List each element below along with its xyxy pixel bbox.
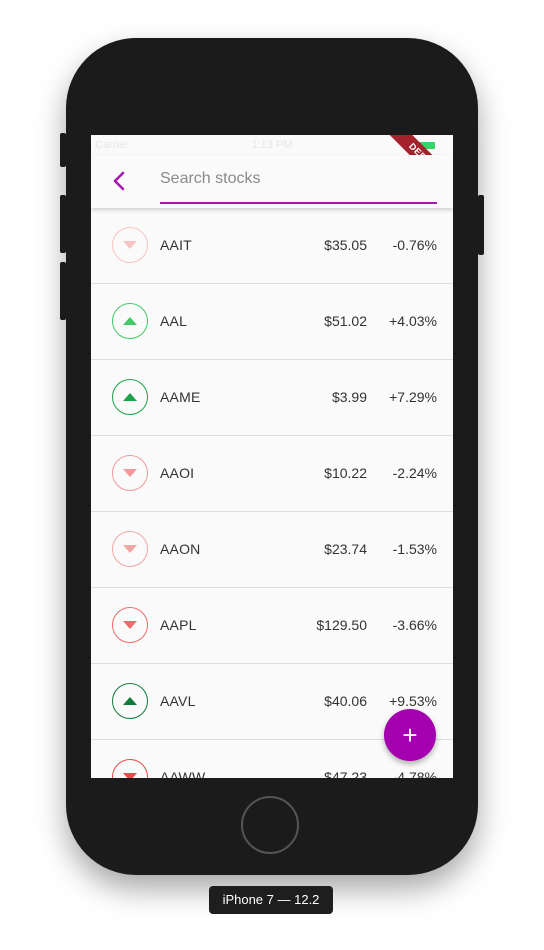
back-button[interactable] [107,169,131,193]
stock-row[interactable]: AAIT $35.05 -0.76% [91,208,453,284]
stock-change: -4.78% [392,769,437,778]
stock-symbol: AAOI [160,465,195,481]
trend-up-icon [112,303,148,339]
volume-up-button [60,195,66,253]
stock-change: -2.24% [392,465,437,481]
stock-change: +7.29% [389,389,437,405]
stock-price: $23.74 [324,541,367,557]
stock-change: -1.53% [392,541,437,557]
stock-row[interactable]: AAL $51.02 +4.03% [91,284,453,360]
power-button [478,195,484,255]
add-stock-button[interactable]: + [384,709,436,761]
stock-symbol: AAME [160,389,201,405]
stock-row[interactable]: AAPL $129.50 -3.66% [91,588,453,664]
search-field[interactable] [160,168,437,204]
stock-symbol: AAON [160,541,201,557]
trend-down-icon [112,607,148,643]
volume-down-button [60,262,66,320]
stock-price: $129.50 [316,617,367,633]
stock-change: -0.76% [392,237,437,253]
stock-row[interactable]: AAME $3.99 +7.29% [91,360,453,436]
trend-down-icon [112,227,148,263]
trend-up-icon [112,379,148,415]
search-input[interactable] [160,168,437,188]
stock-symbol: AAIT [160,237,192,253]
stock-change: +9.53% [389,693,437,709]
stock-price: $3.99 [331,389,367,405]
stock-price: $40.06 [324,693,367,709]
stock-symbol: AAPL [160,617,197,633]
stock-row[interactable]: AAOI $10.22 -2.24% [91,436,453,512]
home-button[interactable] [241,796,299,854]
stock-symbol: AAWW [160,769,206,778]
trend-down-icon [112,455,148,491]
stock-symbol: AAL [160,313,188,329]
trend-down-icon [112,531,148,567]
stock-price: $35.05 [324,237,367,253]
stock-symbol: AAVL [160,693,196,709]
app-bar [91,155,453,208]
stock-price: $10.22 [324,465,367,481]
stock-price: $47.23 [324,769,367,778]
stock-list: AAIT $35.05 -0.76% AAL $51.02 +4.03% AAME $3.99… [91,208,453,778]
stock-change: -3.66% [392,617,437,633]
app-screen: Carrier 1:13 PM DEBUG AAIT$35.05-0.76%AA… [91,135,453,778]
silent-switch [60,133,66,167]
trend-down-icon [112,759,148,778]
stock-row[interactable]: AAON $23.74 -1.53% [91,512,453,588]
stock-change: +4.03% [389,313,437,329]
chevron-left-icon [113,171,125,191]
stock-price: $51.02 [324,313,367,329]
trend-up-icon [112,683,148,719]
device-label: iPhone 7 — 12.2 [209,886,333,914]
